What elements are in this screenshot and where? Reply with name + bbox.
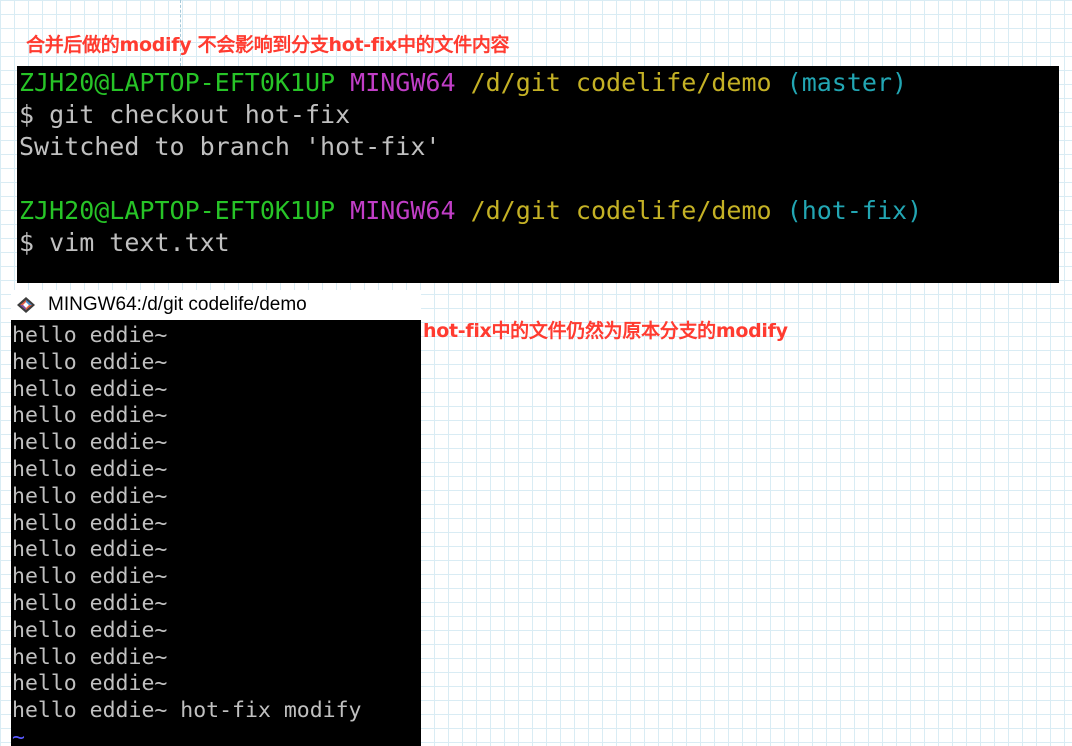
empty-line-tilde: ~ [12, 724, 25, 746]
file-line: hello eddie~ [12, 323, 168, 348]
file-line: hello eddie~ [12, 671, 168, 697]
prompt-user-host: ZJH20@LAPTOP-EFT0K1UP [19, 196, 336, 225]
window-title: MINGW64:/d/git codelife/demo [48, 294, 307, 315]
prompt-env: MINGW64 [350, 68, 456, 97]
prompt-branch: (master) [786, 68, 908, 97]
file-line: hello eddie~ [12, 430, 168, 456]
file-line: hello eddie~ [12, 456, 168, 482]
annotation-top: 合并后做的modify 不会影响到分支hot-fix中的文件内容 [26, 34, 510, 56]
file-line: hello eddie~ [12, 376, 168, 402]
prompt-path: /d/git codelife/demo [470, 68, 772, 97]
file-line: hello eddie~ [12, 537, 168, 563]
git-icon [17, 297, 35, 313]
vim-terminal-window[interactable]: MINGW64:/d/git codelife/demo hello eddie… [11, 290, 421, 746]
file-line: hello eddie~ [12, 590, 168, 616]
file-line: hello eddie~ [12, 483, 168, 509]
prompt-line-master: ZJH20@LAPTOP-EFT0K1UP MINGW64 /d/git cod… [19, 67, 907, 99]
file-line: hello eddie~ [12, 644, 168, 670]
prompt-path: /d/git codelife/demo [470, 196, 772, 225]
command-checkout: $ git checkout hot-fix [19, 100, 351, 129]
window-titlebar[interactable]: MINGW64:/d/git codelife/demo [11, 290, 421, 320]
prompt-line-hot-fix: ZJH20@LAPTOP-EFT0K1UP MINGW64 /d/git cod… [19, 195, 922, 227]
terminal-top[interactable]: ZJH20@LAPTOP-EFT0K1UP MINGW64 /d/git cod… [17, 66, 1059, 283]
command-vim: $ vim text.txt [19, 228, 230, 257]
file-line: hello eddie~ [12, 564, 168, 590]
prompt-user-host: ZJH20@LAPTOP-EFT0K1UP [19, 68, 336, 97]
prompt-env: MINGW64 [350, 196, 456, 225]
prompt-branch: (hot-fix) [786, 196, 923, 225]
file-line: hello eddie~ [12, 349, 168, 375]
annotation-middle: hot-fix中的文件仍然为原本分支的modify [423, 320, 788, 342]
file-line: hello eddie~ [12, 403, 168, 429]
file-line-modified: hello eddie~ hot-fix modify [12, 698, 362, 724]
output-switched: Switched to branch 'hot-fix' [19, 132, 441, 161]
vim-buffer[interactable]: hello eddie~ hello eddie~ hello eddie~ h… [12, 323, 417, 746]
file-line: hello eddie~ [12, 617, 168, 643]
file-line: hello eddie~ [12, 510, 168, 536]
